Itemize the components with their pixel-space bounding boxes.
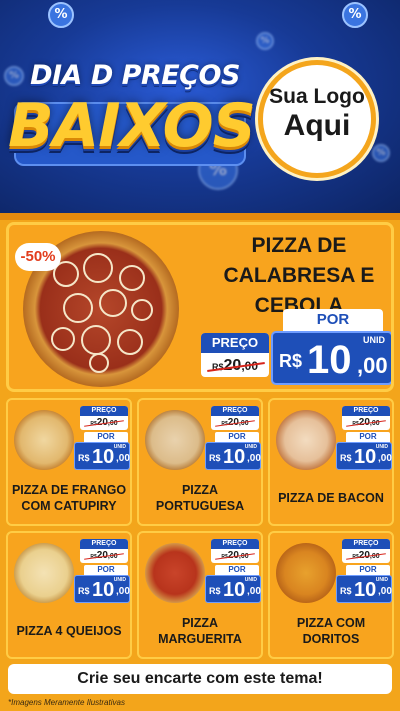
- new-price-cents: ,00: [357, 353, 388, 378]
- pizza-doritos-image: [276, 543, 336, 603]
- new-price-label: POR: [346, 432, 390, 442]
- pizza-marguerita-image: [145, 543, 205, 603]
- new-price-label: POR: [215, 565, 259, 575]
- logo-placeholder[interactable]: Sua Logo Aqui: [258, 60, 376, 178]
- new-price-box: UNID R$ 10,00: [205, 575, 261, 603]
- product-card[interactable]: PREÇO R$20,00 POR UNIDR$10,00 PIZZA 4 QU…: [6, 531, 132, 659]
- header-divider: [0, 213, 400, 220]
- product-name: PIZZA MARGUERITA: [158, 616, 242, 646]
- new-price-label: POR: [283, 309, 383, 331]
- new-price: 10: [307, 338, 352, 382]
- new-price-box: UNID R$ 10,00: [74, 442, 130, 470]
- pizza-bacon-image: [276, 410, 336, 470]
- percent-badge-icon: %: [342, 2, 368, 28]
- product-card[interactable]: PREÇO R$20,00 POR UNIDR$10,00 PIZZA MARG…: [137, 531, 263, 659]
- pizza-portuguesa-image: [145, 410, 205, 470]
- new-price-box: UNID R$ 10,00: [336, 442, 392, 470]
- percent-badge-icon: %: [256, 32, 274, 50]
- product-card[interactable]: PREÇO R$20,00 POR UNIDR$10,00 PIZZA COM …: [268, 531, 394, 659]
- old-price-label: PREÇO: [80, 406, 128, 416]
- footnote: *Imagens Meramente Ilustrativas: [8, 698, 125, 707]
- new-price-label: POR: [84, 432, 128, 442]
- title-main: BAIXOS: [8, 91, 256, 161]
- old-price-label: PREÇO: [211, 539, 259, 549]
- new-price-box: UNID R$ 10,00: [336, 575, 392, 603]
- header-banner: % % % % % % DIA D PREÇOS BAIXOS Sua Logo…: [0, 0, 400, 213]
- product-card[interactable]: PREÇO R$20,00 POR UNIDR$10,00 PIZZA PORT…: [137, 398, 263, 526]
- product-card[interactable]: PREÇO R$20,00 POR UNIDR$10,00 PIZZA DE B…: [268, 398, 394, 526]
- discount-badge: -50%: [15, 243, 61, 271]
- product-name: PIZZA DE FRANGO COM CATUPIRY: [11, 483, 127, 513]
- featured-product-card[interactable]: -50% PIZZA DE CALABRESA E CEBOLA PREÇO R…: [6, 222, 394, 392]
- percent-badge-icon: %: [48, 2, 74, 28]
- product-name: PIZZA PORTUGUESA: [155, 483, 245, 513]
- new-price-label: POR: [84, 565, 128, 575]
- old-price-label: PREÇO: [211, 406, 259, 416]
- flyer-page: % % % % % % DIA D PREÇOS BAIXOS Sua Logo…: [0, 0, 400, 711]
- product-name: PIZZA COM DORITOS: [296, 616, 366, 646]
- product-name: PIZZA DE BACON: [278, 491, 384, 505]
- cta-banner[interactable]: Crie seu encarte com este tema!: [8, 664, 392, 694]
- product-card[interactable]: PREÇO R$20,00 POR UNIDR$10,00 PIZZA DE F…: [6, 398, 132, 526]
- old-price-label: PREÇO: [80, 539, 128, 549]
- old-price-label: PREÇO: [342, 539, 390, 549]
- new-price-label: POR: [215, 432, 259, 442]
- old-price-label: PREÇO: [342, 406, 390, 416]
- unit-label: UNID: [363, 335, 385, 345]
- logo-line2: Aqui: [283, 109, 351, 142]
- pizza-4-queijos-image: [14, 543, 74, 603]
- percent-badge-icon: %: [372, 144, 390, 162]
- new-price-box: UNID R$ 10,00: [74, 575, 130, 603]
- featured-product-name: PIZZA DE CALABRESA E CEBOLA: [223, 234, 375, 317]
- new-price-box: UNID R$ 10,00: [205, 442, 261, 470]
- title-logo: DIA D PREÇOS BAIXOS: [8, 60, 256, 170]
- logo-line1: Sua Logo: [269, 85, 365, 108]
- new-price-label: POR: [346, 565, 390, 575]
- product-name: PIZZA 4 QUEIJOS: [16, 624, 122, 638]
- old-price-label: PREÇO: [201, 333, 269, 353]
- pizza-frango-catupiry-image: [14, 410, 74, 470]
- currency-symbol: R$: [279, 351, 303, 371]
- new-price-box: UNID R$ 10 ,00: [271, 331, 391, 385]
